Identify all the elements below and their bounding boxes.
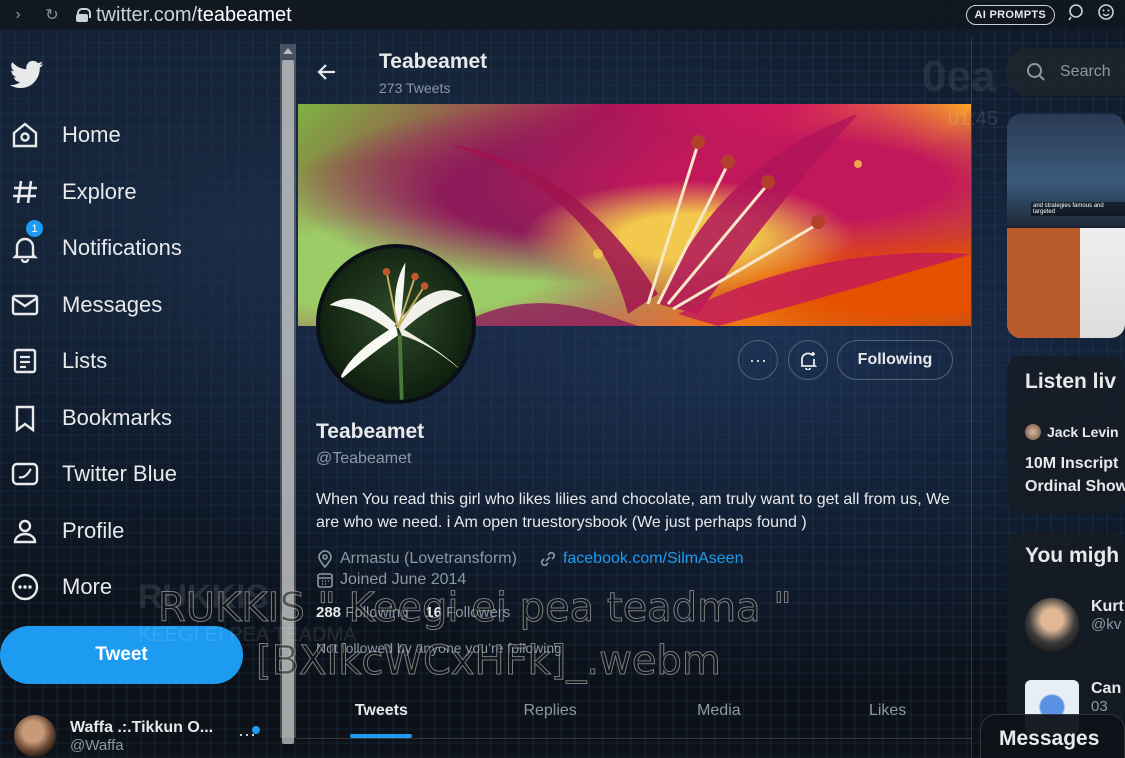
sidebar-item-label: More: [62, 574, 113, 599]
emoji-icon[interactable]: [1097, 3, 1115, 26]
more-options-button[interactable]: ···: [738, 340, 778, 380]
space-host-name: Jack Levin: [1047, 424, 1119, 440]
avatar[interactable]: [1025, 598, 1079, 652]
tab-replies[interactable]: Replies: [466, 698, 635, 734]
hashtag-icon: [13, 180, 37, 204]
suggested-user-handle: 03: [1091, 698, 1108, 715]
spaces-card[interactable]: Listen liv Jack Levin 10M Inscript Ordin…: [1007, 356, 1125, 514]
header-name: Teabeamet: [379, 50, 488, 73]
browser-toolbar: › ↻ twitter.com/teabeamet AI PROMPTS: [0, 0, 1125, 30]
sidebar-item-lists[interactable]: Lists: [0, 337, 107, 385]
search-placeholder: Search: [1060, 63, 1111, 80]
search-input[interactable]: Search: [1006, 48, 1125, 96]
envelope-icon: [11, 294, 39, 316]
profile-bio: When You read this girl who likes lilies…: [316, 491, 950, 531]
tab-tweets[interactable]: Tweets: [297, 698, 466, 738]
tab-media[interactable]: Media: [635, 698, 804, 734]
url-host: twitter.com/: [96, 3, 198, 26]
scroll-up-icon[interactable]: [283, 48, 293, 54]
forward-icon[interactable]: ›: [8, 6, 28, 24]
header-tweet-count: 273 Tweets: [379, 80, 451, 96]
suggested-user-handle: @kv: [1091, 616, 1122, 633]
search-chat-icon[interactable]: [1067, 3, 1085, 26]
video-time: 01:45: [948, 108, 999, 130]
ai-prompts-button[interactable]: AI PROMPTS: [965, 4, 1055, 25]
bookmark-icon: [15, 405, 35, 433]
profile-name: Teabeamet: [316, 420, 425, 443]
suggested-user[interactable]: Kurt @kv: [1025, 598, 1124, 652]
lock-icon: [76, 8, 91, 22]
following-button[interactable]: Following: [837, 340, 953, 380]
reload-icon[interactable]: ↻: [42, 5, 62, 25]
sidebar-item-label: Explore: [62, 179, 137, 204]
sidebar-item-label: Notifications: [62, 235, 182, 260]
search-icon: [1027, 63, 1045, 81]
who-to-follow-title: You migh: [1025, 544, 1120, 567]
sidebar-item-more[interactable]: More: [0, 563, 112, 611]
account-name: Waffa .:.Tikkun O...: [70, 718, 214, 736]
profile-meta-row: Armastu (Lovetransform) facebook.com/Sil…: [316, 550, 743, 568]
space-host: Jack Levin: [1025, 424, 1119, 440]
person-icon: [13, 519, 37, 544]
more-dots-icon[interactable]: ···: [238, 724, 256, 745]
sidebar-item-label: Twitter Blue: [62, 461, 177, 486]
location-icon: [318, 550, 332, 568]
space-title[interactable]: 10M Inscript Ordinal Show: [1025, 452, 1125, 498]
video-caption-line1: RUKKIS " Keegi ei pea teadma ": [158, 585, 793, 632]
messages-dock[interactable]: Messages: [980, 714, 1125, 758]
twitter-blue-icon: [11, 462, 39, 486]
media-thumbnail[interactable]: [1007, 228, 1125, 338]
spaces-title: Listen liv: [1025, 370, 1117, 393]
url-path: teabeamet: [197, 3, 292, 26]
media-caption: and strategies famous and targeted: [1031, 202, 1125, 216]
avatar: [1025, 424, 1041, 440]
sidebar-item-explore[interactable]: Explore: [0, 168, 137, 216]
channel-watermark: 0ea: [922, 52, 996, 101]
sidebar-item-messages[interactable]: Messages: [0, 281, 162, 329]
tab-likes[interactable]: Likes: [803, 698, 972, 734]
video-caption-line2: [BXIkcWCxHFk]_.webm: [256, 638, 722, 685]
twitter-logo-icon[interactable]: [10, 60, 44, 90]
notify-button[interactable]: [788, 340, 828, 380]
media-preview-card[interactable]: and strategies famous and targeted: [1007, 114, 1125, 338]
profile-location: Armastu (Lovetransform): [340, 550, 517, 567]
sidebar-item-twitter-blue[interactable]: Twitter Blue: [0, 450, 177, 498]
column-divider: [971, 38, 972, 758]
bell-icon: [12, 237, 38, 263]
avatar: [14, 715, 56, 757]
profile-handle: @Teabeamet: [316, 450, 412, 467]
profile-website-link[interactable]: facebook.com/SilmAseen: [563, 550, 744, 568]
sidebar-item-home[interactable]: Home: [0, 111, 121, 159]
sidebar-item-profile[interactable]: Profile: [0, 507, 124, 555]
sidebar-item-label: Bookmarks: [62, 405, 173, 430]
sidebar-item-label: Lists: [62, 348, 108, 373]
space-title-line: Ordinal Show: [1025, 478, 1125, 495]
space-title-line: 10M Inscript: [1025, 455, 1119, 472]
tabs-divider: [297, 738, 972, 739]
sidebar-item-label: Profile: [62, 518, 125, 543]
link-icon: [540, 551, 556, 567]
sidebar-item-label: Messages: [62, 292, 163, 317]
profile-tabs: Tweets Replies Media Likes: [297, 698, 972, 738]
home-icon: [12, 122, 38, 148]
profile-avatar[interactable]: [316, 244, 476, 404]
suggested-user-name: Kurt: [1091, 598, 1124, 615]
address-bar[interactable]: twitter.com/teabeamet: [76, 4, 292, 27]
sidebar-item-bookmarks[interactable]: Bookmarks: [0, 394, 172, 442]
sidebar-item-label: Home: [62, 122, 121, 147]
account-switcher[interactable]: Waffa .:.Tikkun O... @Waffa ···: [0, 714, 270, 758]
more-circle-icon: [11, 573, 39, 601]
more-dots-icon: ···: [749, 349, 767, 370]
account-handle: @Waffa: [70, 736, 124, 754]
back-arrow-icon[interactable]: [315, 60, 339, 84]
list-icon: [13, 348, 37, 374]
sidebar-item-notifications[interactable]: 1 Notifications: [0, 220, 182, 272]
bell-plus-icon: [801, 352, 818, 370]
suggested-user-name: Can: [1091, 680, 1122, 697]
notification-badge: 1: [26, 220, 43, 237]
